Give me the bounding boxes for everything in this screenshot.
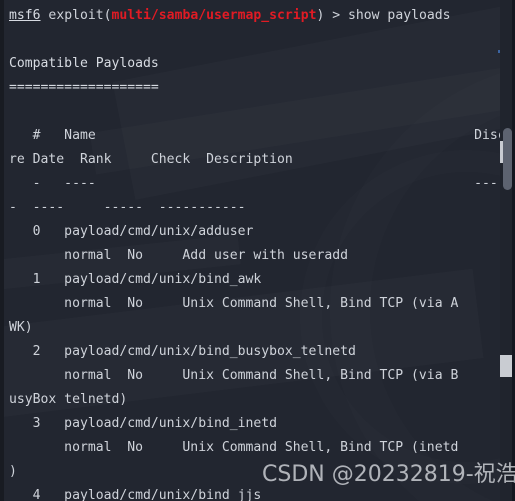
- table-row: usyBox telnetd): [9, 392, 128, 407]
- table-row: 4 payload/cmd/unix/bind_jjs: [9, 488, 262, 501]
- table-row: 1 payload/cmd/unix/bind_awk: [9, 272, 262, 287]
- table-row: 0 payload/cmd/unix/adduser: [9, 224, 254, 239]
- entered-command: show payloads: [348, 8, 451, 23]
- exploit-open-paren: exploit(: [40, 8, 112, 23]
- scrollbar-thumb[interactable]: [503, 128, 512, 190]
- exploit-close-paren: ) >: [316, 8, 349, 23]
- table-rule-line-2: - ---- ----- -----------: [9, 200, 246, 215]
- window-left-edge: [0, 0, 4, 501]
- section-title: Compatible Payloads: [9, 56, 159, 71]
- table-row: normal No Add user with useradd: [9, 248, 348, 263]
- command-prompt-line: msf6 exploit(multi/samba/usermap_script)…: [9, 4, 515, 28]
- section-title-rule: ===================: [9, 80, 159, 95]
- msf-shell-label: msf6: [9, 8, 41, 23]
- module-path: multi/samba/usermap_script: [111, 8, 317, 23]
- terminal-screen[interactable]: msf6 exploit(multi/samba/usermap_script)…: [0, 0, 515, 501]
- table-row: WK): [9, 320, 33, 335]
- table-row: ): [9, 464, 17, 479]
- table-row: normal No Unix Command Shell, Bind TCP (…: [9, 440, 459, 455]
- table-row: 3 payload/cmd/unix/bind_inetd: [9, 416, 278, 431]
- table-row: 2 payload/cmd/unix/bind_busybox_telnetd: [9, 344, 356, 359]
- terminal-window[interactable]: msf6 exploit(multi/samba/usermap_script)…: [0, 0, 515, 501]
- table-row: normal No Unix Command Shell, Bind TCP (…: [9, 296, 459, 311]
- table-header-line-2: re Date Rank Check Description: [9, 152, 293, 167]
- table-rule-line-1: - ---- --------: [9, 176, 515, 191]
- table-header-line-1: # Name Disclosu: [9, 128, 515, 143]
- table-row: normal No Unix Command Shell, Bind TCP (…: [9, 368, 459, 383]
